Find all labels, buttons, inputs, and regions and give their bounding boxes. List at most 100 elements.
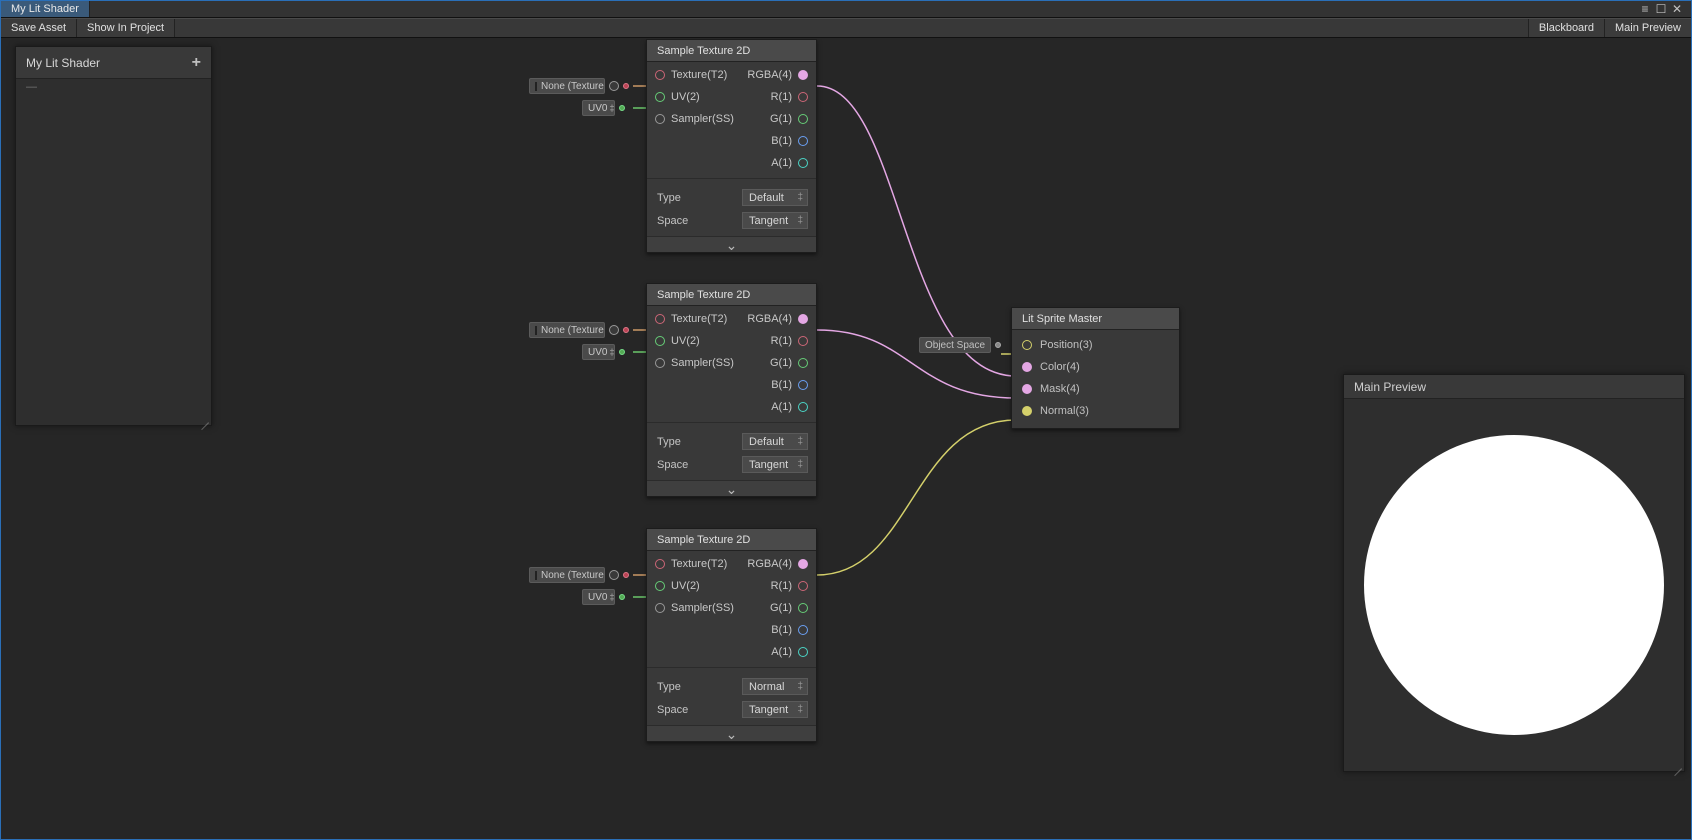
space-label: Space: [657, 459, 688, 471]
chevron-down-icon: ‡: [797, 192, 803, 203]
blackboard-header[interactable]: My Lit Shader +: [16, 47, 211, 79]
node-header[interactable]: Sample Texture 2D: [647, 284, 816, 306]
type-dropdown[interactable]: Default‡: [742, 189, 808, 206]
node-sample-texture-2d[interactable]: Sample Texture 2D Texture(T2) RGBA(4) UV…: [646, 528, 817, 742]
port-in-texture[interactable]: [655, 559, 665, 569]
port-in-texture[interactable]: [655, 70, 665, 80]
port-label: Color(4): [1040, 361, 1080, 373]
port-in-sampler[interactable]: [655, 603, 665, 613]
resize-handle-icon[interactable]: [199, 413, 209, 423]
node-sample-texture-2d[interactable]: Sample Texture 2D Texture(T2) RGBA(4) UV…: [646, 39, 817, 253]
port-out-r[interactable]: [798, 92, 808, 102]
port-label: UV(2): [671, 335, 700, 347]
chevron-down-icon: ‡: [797, 681, 803, 692]
port-in-sampler[interactable]: [655, 358, 665, 368]
port-label: G(1): [770, 113, 792, 125]
uv-slot[interactable]: UV0‡: [582, 100, 625, 116]
chevron-down-icon: ⌄: [726, 484, 738, 494]
uv-slot[interactable]: UV0‡: [582, 344, 625, 360]
node-header[interactable]: Sample Texture 2D: [647, 529, 816, 551]
type-label: Type: [657, 192, 681, 204]
main-preview-header[interactable]: Main Preview: [1344, 375, 1684, 399]
slot-output-icon: [609, 325, 619, 335]
port-out-a[interactable]: [798, 402, 808, 412]
save-asset-button[interactable]: Save Asset: [1, 19, 77, 37]
close-icon[interactable]: ✕: [1669, 2, 1685, 16]
title-bar[interactable]: My Lit Shader ≡ ☐ ✕: [1, 1, 1691, 18]
graph-canvas[interactable]: My Lit Shader + — Sample Text: [2, 39, 1690, 838]
texture-slot[interactable]: None (Texture: [529, 567, 629, 583]
uv-slot[interactable]: UV0‡: [582, 589, 625, 605]
slot-output-icon: [609, 81, 619, 91]
type-dropdown[interactable]: Normal‡: [742, 678, 808, 695]
texture-slot[interactable]: None (Texture: [529, 78, 629, 94]
port-label: R(1): [771, 335, 792, 347]
show-in-project-button[interactable]: Show In Project: [77, 19, 175, 37]
port-out-rgba[interactable]: [798, 70, 808, 80]
port-out-b[interactable]: [798, 136, 808, 146]
add-property-button[interactable]: +: [192, 54, 201, 72]
preview-body: [1344, 399, 1684, 771]
window-tab[interactable]: My Lit Shader: [1, 1, 90, 17]
port-out-r[interactable]: [798, 336, 808, 346]
maximize-icon[interactable]: ☐: [1653, 2, 1669, 16]
expand-preview-button[interactable]: ⌄: [647, 725, 816, 741]
port-out-a[interactable]: [798, 647, 808, 657]
port-out-a[interactable]: [798, 158, 808, 168]
port-in-normal[interactable]: [1022, 406, 1032, 416]
port-label: B(1): [771, 624, 792, 636]
node-lit-sprite-master[interactable]: Lit Sprite Master Object Space Position(…: [1011, 307, 1180, 429]
main-preview-panel[interactable]: Main Preview: [1343, 374, 1685, 772]
port-label: UV(2): [671, 91, 700, 103]
connector-dot-icon: [623, 572, 629, 578]
node-header[interactable]: Sample Texture 2D: [647, 40, 816, 62]
space-label: Space: [657, 215, 688, 227]
connector-dot-icon: [623, 83, 629, 89]
shader-graph-window: My Lit Shader ≡ ☐ ✕ Save Asset Show In P…: [0, 0, 1692, 840]
texture-swatch-icon: [535, 571, 537, 580]
connector-dot-icon: [619, 105, 625, 111]
port-label: Texture(T2): [671, 69, 727, 81]
expand-preview-button[interactable]: ⌄: [647, 480, 816, 496]
resize-handle-icon[interactable]: [1672, 759, 1682, 769]
port-out-g[interactable]: [798, 603, 808, 613]
chevron-down-icon: ‡: [797, 459, 803, 470]
port-label: Mask(4): [1040, 383, 1080, 395]
chevron-down-icon: ‡: [797, 215, 803, 226]
port-out-b[interactable]: [798, 380, 808, 390]
type-label: Type: [657, 436, 681, 448]
port-label: UV(2): [671, 580, 700, 592]
port-out-g[interactable]: [798, 358, 808, 368]
port-in-color[interactable]: [1022, 362, 1032, 372]
chevron-down-icon: ‡: [797, 436, 803, 447]
port-in-uv[interactable]: [655, 92, 665, 102]
preview-sphere[interactable]: [1364, 435, 1664, 735]
port-label: Sampler(SS): [671, 357, 734, 369]
port-out-rgba[interactable]: [798, 314, 808, 324]
main-preview-toggle-button[interactable]: Main Preview: [1604, 19, 1691, 37]
port-out-b[interactable]: [798, 625, 808, 635]
blackboard-panel[interactable]: My Lit Shader + —: [15, 46, 212, 426]
port-in-sampler[interactable]: [655, 114, 665, 124]
port-in-mask[interactable]: [1022, 384, 1032, 394]
port-in-texture[interactable]: [655, 314, 665, 324]
port-out-rgba[interactable]: [798, 559, 808, 569]
port-out-g[interactable]: [798, 114, 808, 124]
texture-slot[interactable]: None (Texture: [529, 322, 629, 338]
expand-preview-button[interactable]: ⌄: [647, 236, 816, 252]
menu-icon[interactable]: ≡: [1637, 2, 1653, 16]
port-in-uv[interactable]: [655, 581, 665, 591]
port-out-r[interactable]: [798, 581, 808, 591]
blackboard-toggle-button[interactable]: Blackboard: [1528, 19, 1604, 37]
position-space-slot[interactable]: Object Space: [919, 334, 1001, 356]
space-dropdown[interactable]: Tangent‡: [742, 456, 808, 473]
node-header[interactable]: Lit Sprite Master: [1012, 308, 1179, 330]
type-dropdown[interactable]: Default‡: [742, 433, 808, 450]
node-sample-texture-2d[interactable]: Sample Texture 2D Texture(T2) RGBA(4) UV…: [646, 283, 817, 497]
space-dropdown[interactable]: Tangent‡: [742, 212, 808, 229]
port-label: Texture(T2): [671, 313, 727, 325]
port-in-position[interactable]: [1022, 340, 1032, 350]
port-label: A(1): [771, 646, 792, 658]
port-in-uv[interactable]: [655, 336, 665, 346]
space-dropdown[interactable]: Tangent‡: [742, 701, 808, 718]
